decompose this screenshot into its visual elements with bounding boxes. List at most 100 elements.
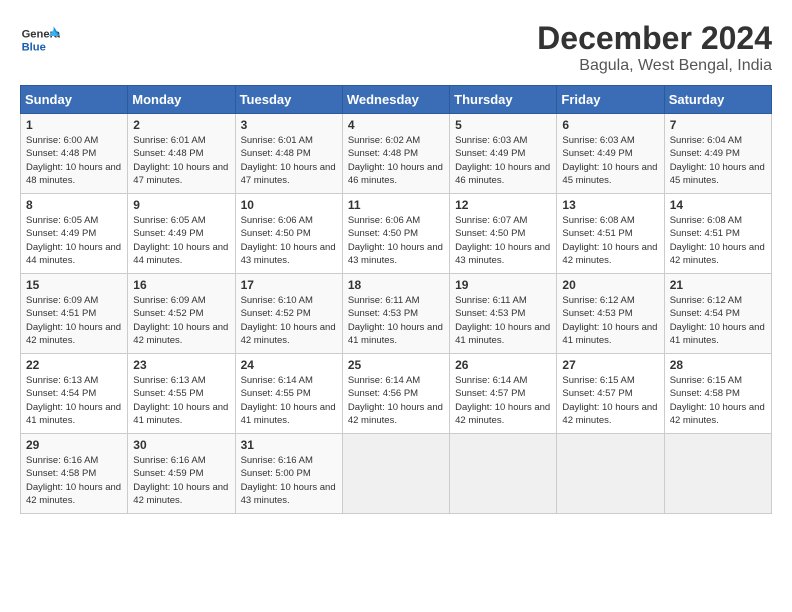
- day-info: Sunrise: 6:14 AM Sunset: 4:56 PM Dayligh…: [348, 374, 444, 427]
- day-number: 14: [670, 198, 766, 212]
- col-sunday: Sunday: [21, 86, 128, 114]
- day-number: 16: [133, 278, 229, 292]
- table-row: 1Sunrise: 6:00 AM Sunset: 4:48 PM Daylig…: [21, 114, 128, 194]
- day-number: 2: [133, 118, 229, 132]
- day-number: 3: [241, 118, 337, 132]
- col-saturday: Saturday: [664, 86, 771, 114]
- day-info: Sunrise: 6:13 AM Sunset: 4:55 PM Dayligh…: [133, 374, 229, 427]
- day-number: 25: [348, 358, 444, 372]
- day-info: Sunrise: 6:13 AM Sunset: 4:54 PM Dayligh…: [26, 374, 122, 427]
- logo-icon: General Blue: [20, 20, 60, 60]
- table-row: 25 Sunrise: 6:14 AM Sunset: 4:56 PM Dayli…: [342, 354, 449, 434]
- table-row: 15 Sunrise: 6:09 AM Sunset: 4:51 PM Dayli…: [21, 274, 128, 354]
- title-block: December 2024 Bagula, West Bengal, India: [537, 20, 772, 75]
- calendar-header-row: Sunday Monday Tuesday Wednesday Thursday…: [21, 86, 772, 114]
- table-row: 20 Sunrise: 6:12 AM Sunset: 4:53 PM Dayli…: [557, 274, 664, 354]
- day-number: 11: [348, 198, 444, 212]
- day-info: Sunrise: 6:04 AM Sunset: 4:49 PM Dayligh…: [670, 134, 766, 187]
- day-number: 18: [348, 278, 444, 292]
- calendar-week-4: 22 Sunrise: 6:13 AM Sunset: 4:54 PM Dayli…: [21, 354, 772, 434]
- page-header: General Blue December 2024 Bagula, West …: [20, 20, 772, 75]
- table-row: 23 Sunrise: 6:13 AM Sunset: 4:55 PM Dayli…: [128, 354, 235, 434]
- day-number: 17: [241, 278, 337, 292]
- day-number: 7: [670, 118, 766, 132]
- table-row: 6 Sunrise: 6:03 AM Sunset: 4:49 PM Daylig…: [557, 114, 664, 194]
- day-info: Sunrise: 6:14 AM Sunset: 4:57 PM Dayligh…: [455, 374, 551, 427]
- day-info: Sunrise: 6:03 AM Sunset: 4:49 PM Dayligh…: [455, 134, 551, 187]
- table-row: 12Sunrise: 6:07 AM Sunset: 4:50 PM Dayli…: [450, 194, 557, 274]
- col-thursday: Thursday: [450, 86, 557, 114]
- day-info: Sunrise: 6:16 AM Sunset: 4:59 PM Dayligh…: [133, 454, 229, 507]
- day-info: Sunrise: 6:11 AM Sunset: 4:53 PM Dayligh…: [348, 294, 444, 347]
- table-row: 24 Sunrise: 6:14 AM Sunset: 4:55 PM Dayli…: [235, 354, 342, 434]
- svg-text:Blue: Blue: [22, 41, 46, 53]
- day-info: Sunrise: 6:15 AM Sunset: 4:58 PM Dayligh…: [670, 374, 766, 427]
- day-number: 21: [670, 278, 766, 292]
- day-info: Sunrise: 6:05 AM Sunset: 4:49 PM Dayligh…: [133, 214, 229, 267]
- day-info: Sunrise: 6:09 AM Sunset: 4:52 PM Dayligh…: [133, 294, 229, 347]
- day-info: Sunrise: 6:05 AM Sunset: 4:49 PM Dayligh…: [26, 214, 122, 267]
- day-number: 8: [26, 198, 122, 212]
- calendar-week-2: 8 Sunrise: 6:05 AM Sunset: 4:49 PM Daylig…: [21, 194, 772, 274]
- day-info: Sunrise: 6:14 AM Sunset: 4:55 PM Dayligh…: [241, 374, 337, 427]
- table-row: 21 Sunrise: 6:12 AM Sunset: 4:54 PM Dayli…: [664, 274, 771, 354]
- day-info: Sunrise: 6:06 AM Sunset: 4:50 PM Dayligh…: [241, 214, 337, 267]
- month-title: December 2024: [537, 20, 772, 57]
- day-info: Sunrise: 6:11 AM Sunset: 4:53 PM Dayligh…: [455, 294, 551, 347]
- day-number: 30: [133, 438, 229, 452]
- table-row: 26 Sunrise: 6:14 AM Sunset: 4:57 PM Dayli…: [450, 354, 557, 434]
- day-info: Sunrise: 6:16 AM Sunset: 5:00 PM Dayligh…: [241, 454, 337, 507]
- location-title: Bagula, West Bengal, India: [537, 57, 772, 75]
- day-info: Sunrise: 6:06 AM Sunset: 4:50 PM Dayligh…: [348, 214, 444, 267]
- table-row: 18 Sunrise: 6:11 AM Sunset: 4:53 PM Dayli…: [342, 274, 449, 354]
- day-info: Sunrise: 6:02 AM Sunset: 4:48 PM Dayligh…: [348, 134, 444, 187]
- table-row: 28 Sunrise: 6:15 AM Sunset: 4:58 PM Dayli…: [664, 354, 771, 434]
- table-row: 22 Sunrise: 6:13 AM Sunset: 4:54 PM Dayli…: [21, 354, 128, 434]
- day-info: Sunrise: 6:16 AM Sunset: 4:58 PM Dayligh…: [26, 454, 122, 507]
- day-number: 5: [455, 118, 551, 132]
- day-info: Sunrise: 6:01 AM Sunset: 4:48 PM Dayligh…: [133, 134, 229, 187]
- day-number: 19: [455, 278, 551, 292]
- calendar-week-3: 15 Sunrise: 6:09 AM Sunset: 4:51 PM Dayli…: [21, 274, 772, 354]
- day-number: 15: [26, 278, 122, 292]
- day-number: 20: [562, 278, 658, 292]
- day-number: 22: [26, 358, 122, 372]
- col-tuesday: Tuesday: [235, 86, 342, 114]
- day-number: 9: [133, 198, 229, 212]
- table-row: 9 Sunrise: 6:05 AM Sunset: 4:49 PM Daylig…: [128, 194, 235, 274]
- day-info: Sunrise: 6:12 AM Sunset: 4:53 PM Dayligh…: [562, 294, 658, 347]
- day-number: 23: [133, 358, 229, 372]
- table-row: 2 Sunrise: 6:01 AM Sunset: 4:48 PM Daylig…: [128, 114, 235, 194]
- table-row: [557, 434, 664, 514]
- day-number: 6: [562, 118, 658, 132]
- table-row: 14 Sunrise: 6:08 AM Sunset: 4:51 PM Dayli…: [664, 194, 771, 274]
- day-info: Sunrise: 6:12 AM Sunset: 4:54 PM Dayligh…: [670, 294, 766, 347]
- table-row: 10 Sunrise: 6:06 AM Sunset: 4:50 PM Dayli…: [235, 194, 342, 274]
- day-number: 24: [241, 358, 337, 372]
- day-number: 27: [562, 358, 658, 372]
- table-row: 5 Sunrise: 6:03 AM Sunset: 4:49 PM Daylig…: [450, 114, 557, 194]
- day-number: 26: [455, 358, 551, 372]
- day-info: Sunrise: 6:09 AM Sunset: 4:51 PM Dayligh…: [26, 294, 122, 347]
- table-row: 31 Sunrise: 6:16 AM Sunset: 5:00 PM Dayli…: [235, 434, 342, 514]
- table-row: 3 Sunrise: 6:01 AM Sunset: 4:48 PM Daylig…: [235, 114, 342, 194]
- calendar-week-5: 29Sunrise: 6:16 AM Sunset: 4:58 PM Dayli…: [21, 434, 772, 514]
- calendar-body: 1Sunrise: 6:00 AM Sunset: 4:48 PM Daylig…: [21, 114, 772, 514]
- day-info: Sunrise: 6:15 AM Sunset: 4:57 PM Dayligh…: [562, 374, 658, 427]
- table-row: [342, 434, 449, 514]
- table-row: 16 Sunrise: 6:09 AM Sunset: 4:52 PM Dayli…: [128, 274, 235, 354]
- day-info: Sunrise: 6:08 AM Sunset: 4:51 PM Dayligh…: [670, 214, 766, 267]
- day-info: Sunrise: 6:01 AM Sunset: 4:48 PM Dayligh…: [241, 134, 337, 187]
- day-number: 28: [670, 358, 766, 372]
- day-number: 31: [241, 438, 337, 452]
- table-row: 30 Sunrise: 6:16 AM Sunset: 4:59 PM Dayli…: [128, 434, 235, 514]
- day-info: Sunrise: 6:00 AM Sunset: 4:48 PM Dayligh…: [26, 134, 122, 187]
- day-info: Sunrise: 6:03 AM Sunset: 4:49 PM Dayligh…: [562, 134, 658, 187]
- day-info: Sunrise: 6:08 AM Sunset: 4:51 PM Dayligh…: [562, 214, 658, 267]
- table-row: 8 Sunrise: 6:05 AM Sunset: 4:49 PM Daylig…: [21, 194, 128, 274]
- table-row: 19 Sunrise: 6:11 AM Sunset: 4:53 PM Dayli…: [450, 274, 557, 354]
- logo: General Blue: [20, 20, 60, 60]
- col-monday: Monday: [128, 86, 235, 114]
- table-row: 4Sunrise: 6:02 AM Sunset: 4:48 PM Daylig…: [342, 114, 449, 194]
- day-number: 10: [241, 198, 337, 212]
